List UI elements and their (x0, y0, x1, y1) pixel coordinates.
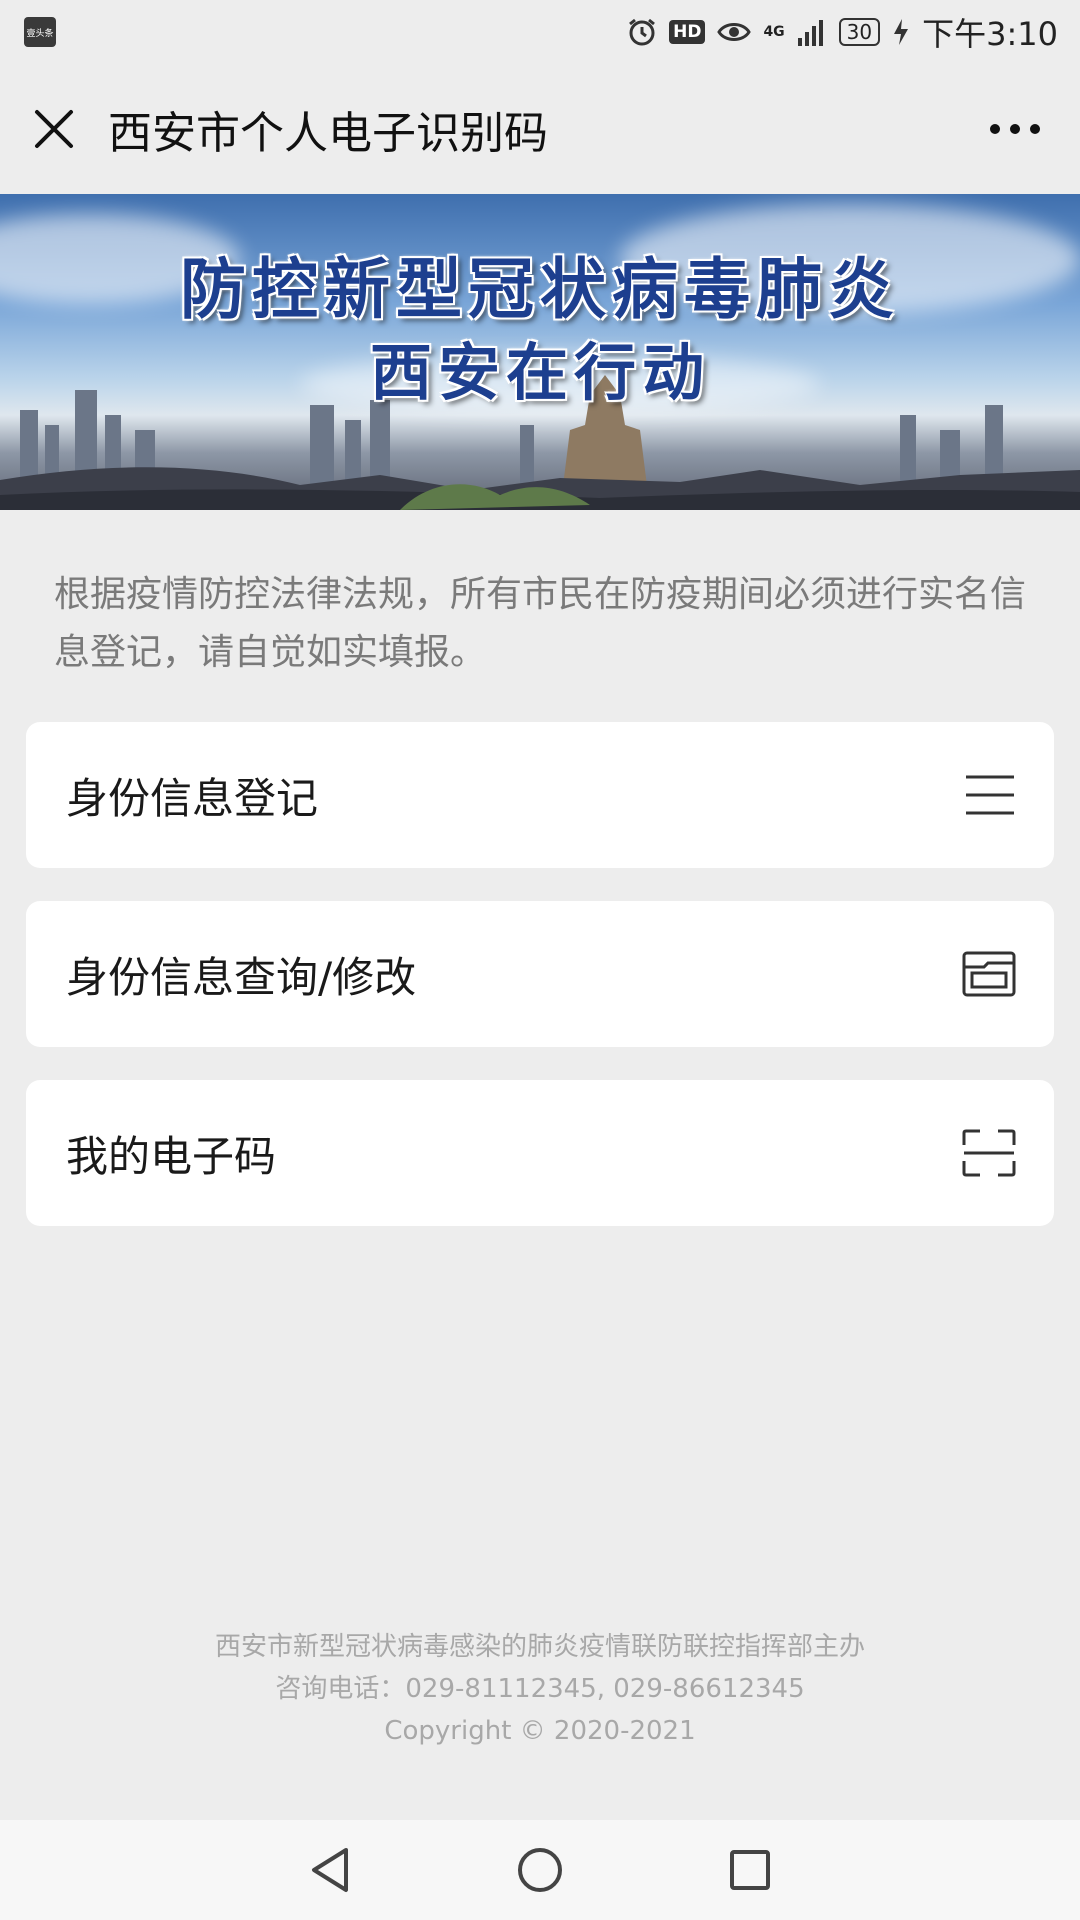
alarm-icon (627, 17, 657, 47)
close-button[interactable] (30, 105, 78, 153)
more-options-button[interactable] (980, 105, 1050, 153)
network-type-label: 4G (763, 24, 785, 40)
app-notification-icon: 壹头条 (24, 17, 56, 47)
my-e-code-card[interactable]: 我的电子码 (26, 1080, 1054, 1226)
battery-level: 30 (846, 20, 873, 44)
home-circle-icon (518, 1848, 562, 1892)
app-icon-text: 壹头条 (26, 28, 54, 39)
charging-icon (892, 18, 910, 46)
banner-subheadline: 西安在行动 (369, 336, 710, 409)
identity-registration-label: 身份信息登记 (66, 773, 319, 823)
footer-copyright: Copyright © 2020-2021 (384, 1716, 696, 1746)
recents-square-icon (730, 1850, 770, 1890)
back-button[interactable] (300, 1840, 360, 1900)
list-icon (966, 775, 1014, 815)
status-left: 壹头条 (24, 17, 56, 47)
identity-query-edit-label: 身份信息查询/修改 (66, 952, 417, 1002)
system-navigation-bar (0, 1820, 1080, 1920)
registration-notice: 根据疫情防控法律法规，所有市民在防疫期间必须进行实名信息登记，请自觉如实填报。 (54, 574, 1027, 673)
home-button[interactable] (510, 1840, 570, 1900)
recents-button[interactable] (720, 1840, 780, 1900)
identity-query-edit-card[interactable]: 身份信息查询/修改 (26, 901, 1054, 1047)
status-bar: 壹头条 HD 4G 30 下午3:10 (0, 0, 1080, 64)
footer: 西安市新型冠状病毒感染的肺炎疫情联防联控指挥部主办 咨询电话：029-81112… (0, 1626, 1080, 1752)
title-bar: 西安市个人电子识别码 (0, 64, 1080, 194)
back-triangle-icon (312, 1848, 348, 1892)
signal-icon (797, 18, 827, 46)
close-icon (35, 110, 73, 148)
scan-icon (962, 1129, 1016, 1177)
battery-indicator: 30 (838, 18, 881, 46)
status-time: 下午3:10 (922, 15, 1058, 53)
my-e-code-label: 我的电子码 (66, 1131, 277, 1181)
banner-image: 防控新型冠状病毒肺炎 西安在行动 (0, 194, 1080, 510)
more-dots-icon (990, 124, 1040, 134)
banner-headline: 防控新型冠状病毒肺炎 (180, 250, 900, 328)
id-card-icon (962, 951, 1016, 997)
eye-icon (717, 20, 752, 44)
page-title: 西安市个人电子识别码 (108, 108, 548, 159)
hd-badge: HD (669, 20, 706, 44)
status-right: HD 4G 30 下午3:10 (627, 9, 1058, 55)
screen: 壹头条 HD 4G 30 下午3:10 西安市个人电子识别码 防控新型冠状病毒肺… (0, 0, 1080, 1920)
identity-registration-card[interactable]: 身份信息登记 (26, 722, 1054, 868)
footer-organizer: 西安市新型冠状病毒感染的肺炎疫情联防联控指挥部主办 (214, 1632, 865, 1662)
footer-hotline: 咨询电话：029-81112345, 029-86612345 (275, 1674, 805, 1704)
